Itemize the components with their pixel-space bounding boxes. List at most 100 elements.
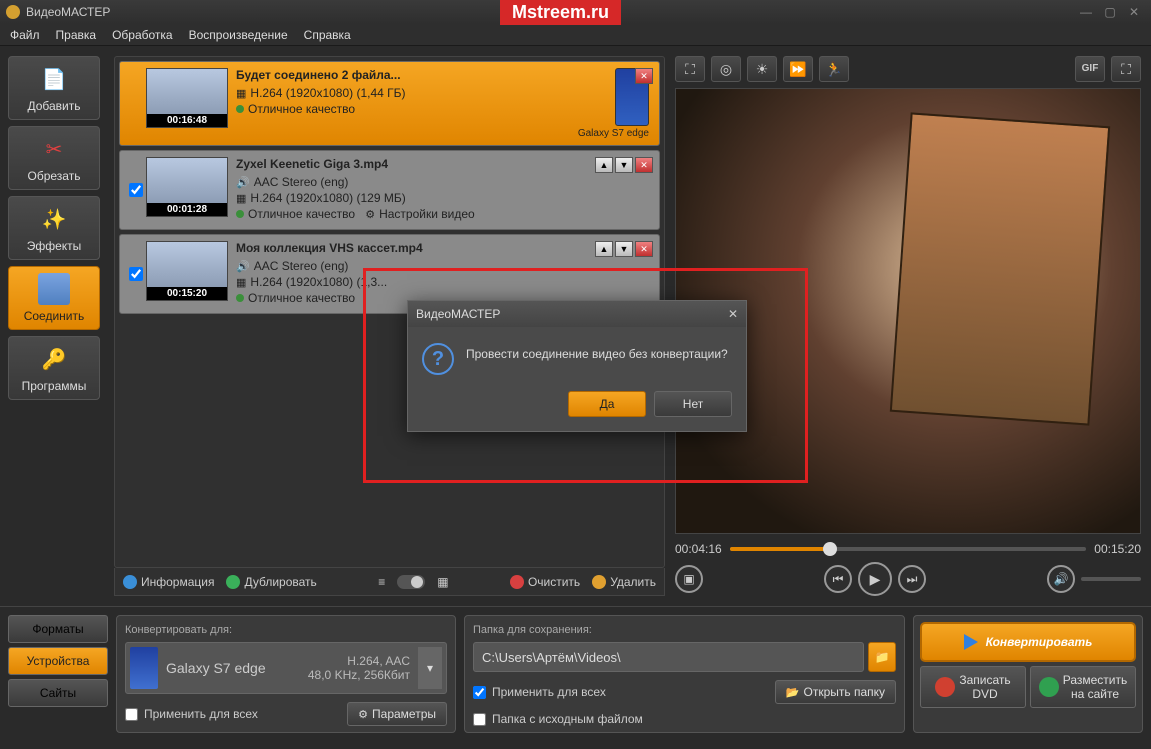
maximize-button[interactable]: ▢ [1099, 4, 1121, 20]
audio-label: AAC Stereo (eng) [254, 175, 349, 189]
question-icon: ? [422, 343, 454, 375]
apply-all-folder-label: Применить для всех [492, 685, 606, 699]
view-grid-icon[interactable]: ▦ [437, 575, 448, 589]
dialog-title: ВидеоМАСТЕР [416, 307, 500, 321]
next-button[interactable]: ⏭ [898, 565, 926, 593]
fullscreen-icon[interactable]: ⛶ [1111, 56, 1141, 82]
watermark: Mstreem.ru [500, 0, 621, 25]
sidebar-cut[interactable]: ✂Обрезать [8, 126, 100, 190]
codec-label: H.264 (1920x1080) (1,3... [250, 275, 387, 289]
dialog-close-icon[interactable]: ✕ [728, 307, 738, 321]
thumbnail: 00:01:28 [146, 157, 228, 217]
burn-dvd-button[interactable]: ЗаписатьDVD [920, 666, 1026, 708]
minimize-button[interactable]: — [1075, 4, 1097, 20]
sidebar-effects[interactable]: ✨Эффекты [8, 196, 100, 260]
keep-source-checkbox[interactable] [473, 713, 486, 726]
quality-label: Отличное качество [248, 102, 355, 116]
apply-all-convert-checkbox[interactable] [125, 708, 138, 721]
volume-button[interactable]: 🔊 [1047, 565, 1075, 593]
sidebar-add[interactable]: 📄Добавить [8, 56, 100, 120]
speed-icon[interactable]: ⏩ [783, 56, 813, 82]
volume-slider[interactable] [1081, 577, 1141, 581]
format-line2: 48,0 KHz, 256Кбит [308, 668, 410, 682]
tab-devices[interactable]: Устройства [8, 647, 108, 675]
view-list-icon[interactable]: ≡ [378, 575, 385, 589]
thumbnail: 00:15:20 [146, 241, 228, 301]
info-button[interactable]: Информация [123, 575, 214, 589]
prev-button[interactable]: ⏮ [824, 565, 852, 593]
action-panel: Конвертировать ЗаписатьDVD Разместитьна … [913, 615, 1143, 733]
codec-label: H.264 (1920x1080) (1,44 ГБ) [250, 86, 405, 100]
output-path-input[interactable] [473, 642, 864, 672]
quality-label: Отличное качество [248, 291, 355, 305]
move-up-button[interactable]: ▲ [595, 241, 613, 257]
file-item-merged[interactable]: 00:16:48 Будет соединено 2 файла... ▦ H.… [119, 61, 660, 146]
audio-label: AAC Stereo (eng) [254, 259, 349, 273]
menu-playback[interactable]: Воспроизведение [189, 28, 288, 42]
sidebar-effects-label: Эффекты [27, 239, 82, 253]
upload-button[interactable]: Разместитьна сайте [1030, 666, 1136, 708]
player-controls: ▣ ⏮ ▶ ⏭ 🔊 [675, 562, 1141, 596]
dialog-message: Провести соединение видео без конвертаци… [466, 343, 728, 361]
rotate-icon[interactable]: ◎ [711, 56, 741, 82]
menu-help[interactable]: Справка [304, 28, 351, 42]
file-title: Zyxel Keenetic Giga 3.mp4 [236, 157, 653, 171]
file-item[interactable]: 00:01:28 Zyxel Keenetic Giga 3.mp4 🔊 AAC… [119, 150, 660, 230]
tab-sites[interactable]: Сайты [8, 679, 108, 707]
remove-item-button[interactable]: ✕ [635, 68, 653, 84]
app-icon [6, 5, 20, 19]
thumbnail: 00:16:48 [146, 68, 228, 128]
menu-file[interactable]: Файл [10, 28, 40, 42]
play-button[interactable]: ▶ [858, 562, 892, 596]
menu-process[interactable]: Обработка [112, 28, 173, 42]
browse-button[interactable]: 📁 [868, 642, 896, 672]
seek-bar[interactable] [730, 547, 1087, 551]
move-down-button[interactable]: ▼ [615, 157, 633, 173]
delete-button[interactable]: Удалить [592, 575, 656, 589]
move-up-button[interactable]: ▲ [595, 157, 613, 173]
confirm-dialog: ВидеоМАСТЕР ✕ ? Провести соединение виде… [407, 300, 747, 432]
device-label: Galaxy S7 edge [578, 128, 649, 139]
crop-icon[interactable]: ⛶ [675, 56, 705, 82]
settings-link[interactable]: Настройки видео [379, 207, 475, 221]
params-button[interactable]: ⚙ Параметры [347, 702, 447, 726]
folder-panel: Папка для сохранения: 📁 Применить для вс… [464, 615, 905, 733]
brightness-icon[interactable]: ☀ [747, 56, 777, 82]
sidebar-merge[interactable]: Соединить [8, 266, 100, 330]
move-down-button[interactable]: ▼ [615, 241, 633, 257]
preview-toolbar: ⛶ ◎ ☀ ⏩ 🏃 GIF ⛶ [675, 56, 1141, 82]
remove-item-button[interactable]: ✕ [635, 241, 653, 257]
list-toolbar: Информация Дублировать ≡ ▦ Очистить Удал… [114, 568, 665, 596]
sidebar: 📄Добавить ✂Обрезать ✨Эффекты Соединить 🔑… [0, 46, 108, 606]
close-window-button[interactable]: ✕ [1123, 4, 1145, 20]
duplicate-button[interactable]: Дублировать [226, 575, 316, 589]
menubar: Файл Правка Обработка Воспроизведение Сп… [0, 24, 1151, 46]
remove-item-button[interactable]: ✕ [635, 157, 653, 173]
file-title: Будет соединено 2 файла... [236, 68, 578, 82]
quality-label: Отличное качество [248, 207, 355, 221]
view-toggle[interactable] [397, 575, 425, 589]
dialog-yes-button[interactable]: Да [568, 391, 646, 417]
dropdown-arrow-icon[interactable]: ▾ [418, 647, 442, 689]
snapshot-button[interactable]: ▣ [675, 565, 703, 593]
file-checkbox[interactable] [129, 267, 143, 281]
open-folder-button[interactable]: 📂 Открыть папку [775, 680, 896, 704]
gif-button[interactable]: GIF [1075, 56, 1105, 82]
phone-icon [130, 647, 158, 689]
file-checkbox[interactable] [129, 183, 143, 197]
dialog-titlebar: ВидеоМАСТЕР ✕ [408, 301, 746, 327]
codec-label: H.264 (1920x1080) (129 МБ) [250, 191, 405, 205]
menu-edit[interactable]: Правка [56, 28, 97, 42]
dialog-no-button[interactable]: Нет [654, 391, 732, 417]
bottom-panel: Форматы Устройства Сайты Конвертировать … [0, 606, 1151, 741]
apply-all-folder-checkbox[interactable] [473, 686, 486, 699]
duration-label: 00:15:20 [147, 287, 227, 300]
sidebar-programs[interactable]: 🔑Программы [8, 336, 100, 400]
device-selector[interactable]: Galaxy S7 edge H.264, AAC 48,0 KHz, 256К… [125, 642, 447, 694]
clear-button[interactable]: Очистить [510, 575, 580, 589]
time-current: 00:04:16 [675, 542, 722, 556]
convert-button[interactable]: Конвертировать [920, 622, 1136, 662]
apply-all-label: Применить для всех [144, 707, 258, 721]
tab-formats[interactable]: Форматы [8, 615, 108, 643]
run-icon[interactable]: 🏃 [819, 56, 849, 82]
